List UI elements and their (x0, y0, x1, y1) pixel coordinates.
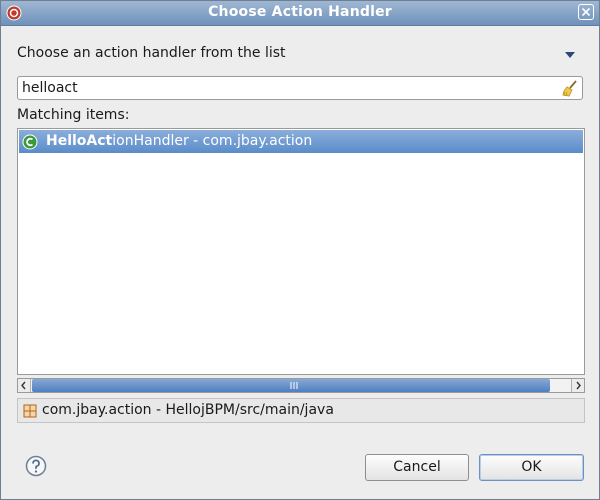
status-bar: com.jbay.action - HellojBPM/src/main/jav… (17, 398, 585, 423)
scroll-right-button[interactable] (571, 379, 584, 392)
package-icon (23, 404, 37, 418)
window-title: Choose Action Handler (208, 4, 392, 20)
java-class-icon (22, 134, 38, 150)
title-bar[interactable]: Choose Action Handler (1, 1, 599, 26)
close-button[interactable] (578, 4, 594, 20)
dialog-window: Choose Action Handler Choose an action h… (0, 0, 600, 500)
cancel-button[interactable]: Cancel (365, 454, 469, 481)
chevron-left-icon (21, 381, 26, 390)
close-icon (581, 7, 591, 17)
chevron-right-icon (576, 381, 581, 390)
view-menu-icon[interactable] (564, 51, 576, 59)
list-item[interactable]: HelloActionHandler - com.jbay.action (19, 130, 583, 153)
grip-icon (290, 382, 298, 389)
matching-items-list[interactable]: HelloActionHandler - com.jbay.action (17, 128, 585, 375)
scroll-left-button[interactable] (18, 379, 31, 392)
status-text: com.jbay.action - HellojBPM/src/main/jav… (42, 402, 334, 418)
list-item-label: HelloActionHandler - com.jbay.action (46, 133, 312, 149)
matching-items-label: Matching items: (17, 107, 130, 123)
ok-button[interactable]: OK (479, 454, 584, 481)
scrollbar-thumb[interactable] (32, 379, 550, 392)
horizontal-scrollbar[interactable] (17, 378, 585, 393)
list-item-rest: ionHandler - com.jbay.action (112, 133, 313, 149)
list-item-match: HelloAct (46, 133, 113, 149)
filter-input-value[interactable]: helloact (22, 80, 78, 96)
clear-broom-icon[interactable] (561, 79, 579, 97)
help-icon[interactable] (25, 455, 47, 477)
dialog-description: Choose an action handler from the list (17, 45, 286, 61)
filter-input[interactable]: helloact (17, 76, 583, 100)
